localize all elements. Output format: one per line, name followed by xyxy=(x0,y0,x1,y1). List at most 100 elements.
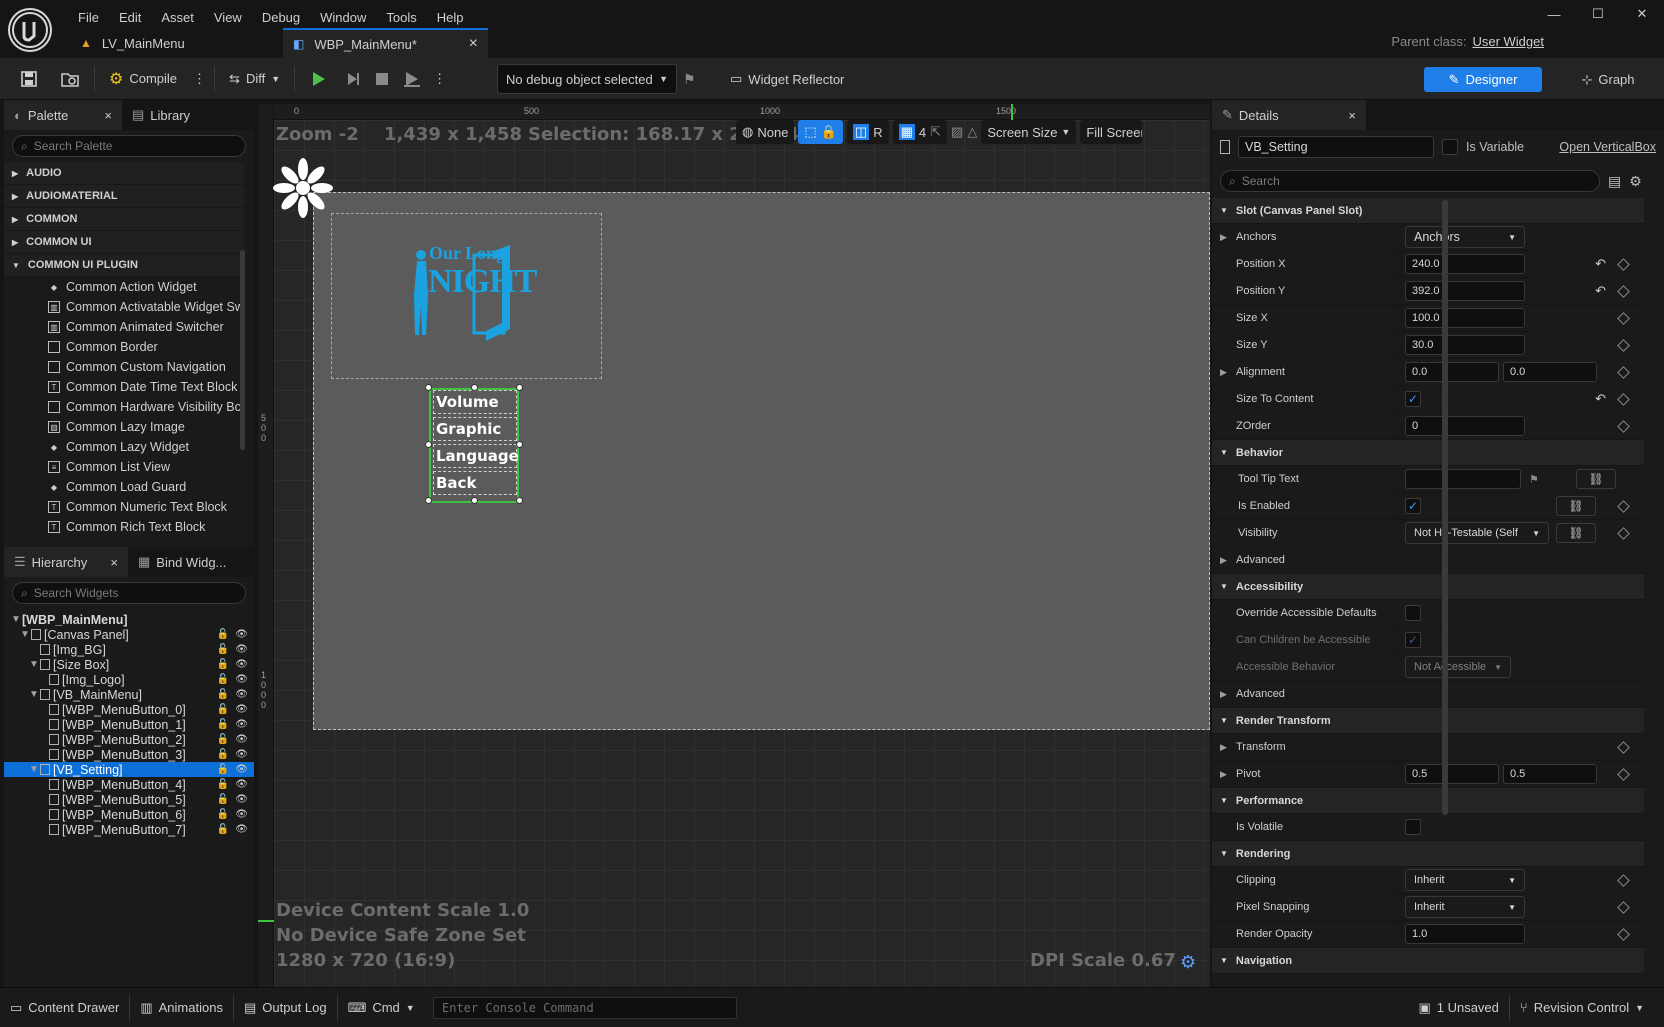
render-opacity-input[interactable]: 1.0 xyxy=(1405,924,1525,944)
palette-item[interactable]: ▥ Common Activatable Widget Sw xyxy=(4,297,244,317)
unlock-icon[interactable]: 🔓 xyxy=(217,629,229,640)
widget-reflector-button[interactable]: ▭ Widget Reflector xyxy=(722,64,852,94)
table-view-icon[interactable]: ▤ xyxy=(1608,173,1621,190)
eject-button[interactable] xyxy=(399,64,425,94)
debug-object-select[interactable]: No debug object selected ▼ xyxy=(497,64,677,94)
eye-icon[interactable]: 👁 xyxy=(235,779,248,790)
collapse-arrow-icon[interactable]: ▼ xyxy=(28,689,40,700)
close-window-button[interactable]: ✕ xyxy=(1620,0,1664,28)
tab-library[interactable]: ▤ Library xyxy=(122,100,200,130)
unlock-icon[interactable]: 🔓 xyxy=(217,644,229,655)
position-x-input[interactable]: 240.0 xyxy=(1405,254,1525,274)
collapse-arrow-icon[interactable]: ▼ xyxy=(19,629,31,640)
eye-icon[interactable]: 👁 xyxy=(235,704,248,715)
eye-icon[interactable]: 👁 xyxy=(235,644,248,655)
respect-locks-toggle[interactable]: ◫ R xyxy=(846,120,889,144)
eye-icon[interactable]: 👁 xyxy=(235,659,248,670)
menu-tools[interactable]: Tools xyxy=(376,10,426,25)
hierarchy-row[interactable]: ▼ [Canvas Panel] 🔓 👁 xyxy=(4,627,254,642)
cmd-dropdown[interactable]: ⌨ Cmd ▼ xyxy=(338,988,425,1027)
visibility-dropdown[interactable]: Not Hit-Testable (Self ▼ xyxy=(1405,522,1549,544)
clipping-dropdown[interactable]: Inherit ▼ xyxy=(1405,869,1525,891)
parent-class-link[interactable]: User Widget xyxy=(1472,34,1544,49)
menu-button-volume[interactable]: Volume xyxy=(433,390,517,414)
keyframe-diamond-icon[interactable] xyxy=(1617,767,1630,781)
hierarchy-row[interactable]: [WBP_MenuButton_5] 🔓 👁 xyxy=(4,792,254,807)
keyframe-diamond-icon[interactable] xyxy=(1617,499,1630,513)
menu-button-language[interactable]: Language xyxy=(433,444,519,468)
screen-size-dropdown[interactable]: Screen Size ▼ xyxy=(981,120,1077,144)
is-enabled-checkbox[interactable]: ✓ xyxy=(1405,498,1421,514)
dpi-settings-gear-icon[interactable]: ⚙ xyxy=(1180,952,1196,973)
row-accessibility-advanced[interactable]: ▶ Advanced xyxy=(1212,681,1644,708)
hierarchy-row[interactable]: [Img_BG] 🔓 👁 xyxy=(4,642,254,657)
unlock-icon[interactable]: 🔓 xyxy=(217,809,229,820)
bind-link-button[interactable]: ⛓ xyxy=(1556,523,1596,543)
eye-icon[interactable]: 👁 xyxy=(235,809,248,820)
size-x-input[interactable]: 100.0 xyxy=(1405,308,1525,328)
keyframe-diamond-icon[interactable] xyxy=(1617,873,1630,887)
tab-palette[interactable]: ◐ Palette × xyxy=(4,100,122,130)
hierarchy-row[interactable]: ▼ [Size Box] 🔓 👁 xyxy=(4,657,254,672)
palette-item[interactable]: ▥ Common Animated Switcher xyxy=(4,317,244,337)
content-drawer-button[interactable]: ▭ Content Drawer xyxy=(0,988,129,1027)
palette-item[interactable]: ◆ Common Action Widget xyxy=(4,277,244,297)
localization-button[interactable]: ◍ None xyxy=(736,120,795,144)
collapse-arrow-icon[interactable]: ▼ xyxy=(28,659,40,670)
menu-debug[interactable]: Debug xyxy=(252,10,310,25)
palette-scrollbar[interactable] xyxy=(240,250,245,450)
keyframe-diamond-icon[interactable] xyxy=(1617,365,1630,379)
category-audiomaterial[interactable]: ▶ AUDIOMATERIAL xyxy=(4,185,244,208)
category-audio[interactable]: ▶ AUDIO xyxy=(4,162,244,185)
menu-window[interactable]: Window xyxy=(310,10,376,25)
palette-item[interactable]: T Common Rich Text Block xyxy=(4,517,244,535)
collapse-arrow-icon[interactable]: ▼ xyxy=(28,764,40,775)
palette-item[interactable]: ▨ Common Lazy Image xyxy=(4,417,244,437)
palette-item[interactable]: Common Custom Navigation xyxy=(4,357,244,377)
section-rendering[interactable]: ▼ Rendering xyxy=(1212,841,1644,867)
keyframe-diamond-icon[interactable] xyxy=(1617,311,1630,325)
hierarchy-row[interactable]: [WBP_MenuButton_0] 🔓 👁 xyxy=(4,702,254,717)
resize-handle[interactable] xyxy=(516,441,523,448)
eye-icon[interactable]: 👁 xyxy=(235,749,248,760)
tab-hierarchy[interactable]: ☰ Hierarchy × xyxy=(4,547,128,577)
eye-icon[interactable]: 👁 xyxy=(235,629,248,640)
eye-icon[interactable]: 👁 xyxy=(235,719,248,730)
tab-bind-widgets[interactable]: ▦ Bind Widg... xyxy=(128,547,236,577)
resize-handle[interactable] xyxy=(425,497,432,504)
alignment-y-input[interactable]: 0.0 xyxy=(1503,362,1597,382)
eye-icon[interactable]: 👁 xyxy=(235,794,248,805)
keyframe-diamond-icon[interactable] xyxy=(1617,284,1630,298)
unlock-icon[interactable]: 🔓 xyxy=(217,734,229,745)
eye-icon[interactable]: 👁 xyxy=(235,824,248,835)
pivot-y-input[interactable]: 0.5 xyxy=(1503,764,1597,784)
stop-button[interactable] xyxy=(371,64,393,94)
unlock-icon[interactable]: 🔓 xyxy=(217,824,229,835)
keyframe-diamond-icon[interactable] xyxy=(1617,900,1630,914)
is-volatile-checkbox[interactable] xyxy=(1405,819,1421,835)
browse-icon[interactable] xyxy=(52,64,88,94)
eye-icon[interactable]: 👁 xyxy=(235,689,248,700)
pixel-snapping-dropdown[interactable]: Inherit ▼ xyxy=(1405,896,1525,918)
keyframe-diamond-icon[interactable] xyxy=(1617,927,1630,941)
details-scrollbar[interactable] xyxy=(1442,200,1448,815)
section-navigation[interactable]: ▼ Navigation xyxy=(1212,948,1644,974)
unlock-icon[interactable]: 🔓 xyxy=(217,659,229,670)
graph-mode-button[interactable]: ⊹ Graph xyxy=(1568,67,1648,92)
open-verticalbox-link[interactable]: Open VerticalBox xyxy=(1559,140,1656,154)
settings-gear-icon[interactable]: ⚙ xyxy=(1629,173,1642,190)
size-to-content-checkbox[interactable]: ✓ xyxy=(1405,391,1421,407)
debug-filter-icon[interactable]: ⚑ xyxy=(683,71,696,88)
logo-image[interactable]: Our Long NIGHT xyxy=(410,243,537,345)
section-behavior[interactable]: ▼ Behavior xyxy=(1212,440,1644,466)
menu-view[interactable]: View xyxy=(204,10,252,25)
section-slot[interactable]: ▼ Slot (Canvas Panel Slot) xyxy=(1212,198,1644,224)
hierarchy-search-input[interactable]: ⌕ Search Widgets xyxy=(12,582,246,604)
section-render-transform[interactable]: ▼ Render Transform xyxy=(1212,708,1644,734)
compile-options-icon[interactable]: ⋮ xyxy=(191,64,208,94)
unlock-icon[interactable]: 🔓 xyxy=(217,749,229,760)
compile-button[interactable]: ⚙ Compile xyxy=(101,64,185,94)
bind-link-button[interactable]: ⛓ xyxy=(1556,496,1596,516)
play-options-icon[interactable]: ⋮ xyxy=(431,64,448,94)
unsaved-button[interactable]: ▣ 1 Unsaved xyxy=(1408,988,1508,1027)
